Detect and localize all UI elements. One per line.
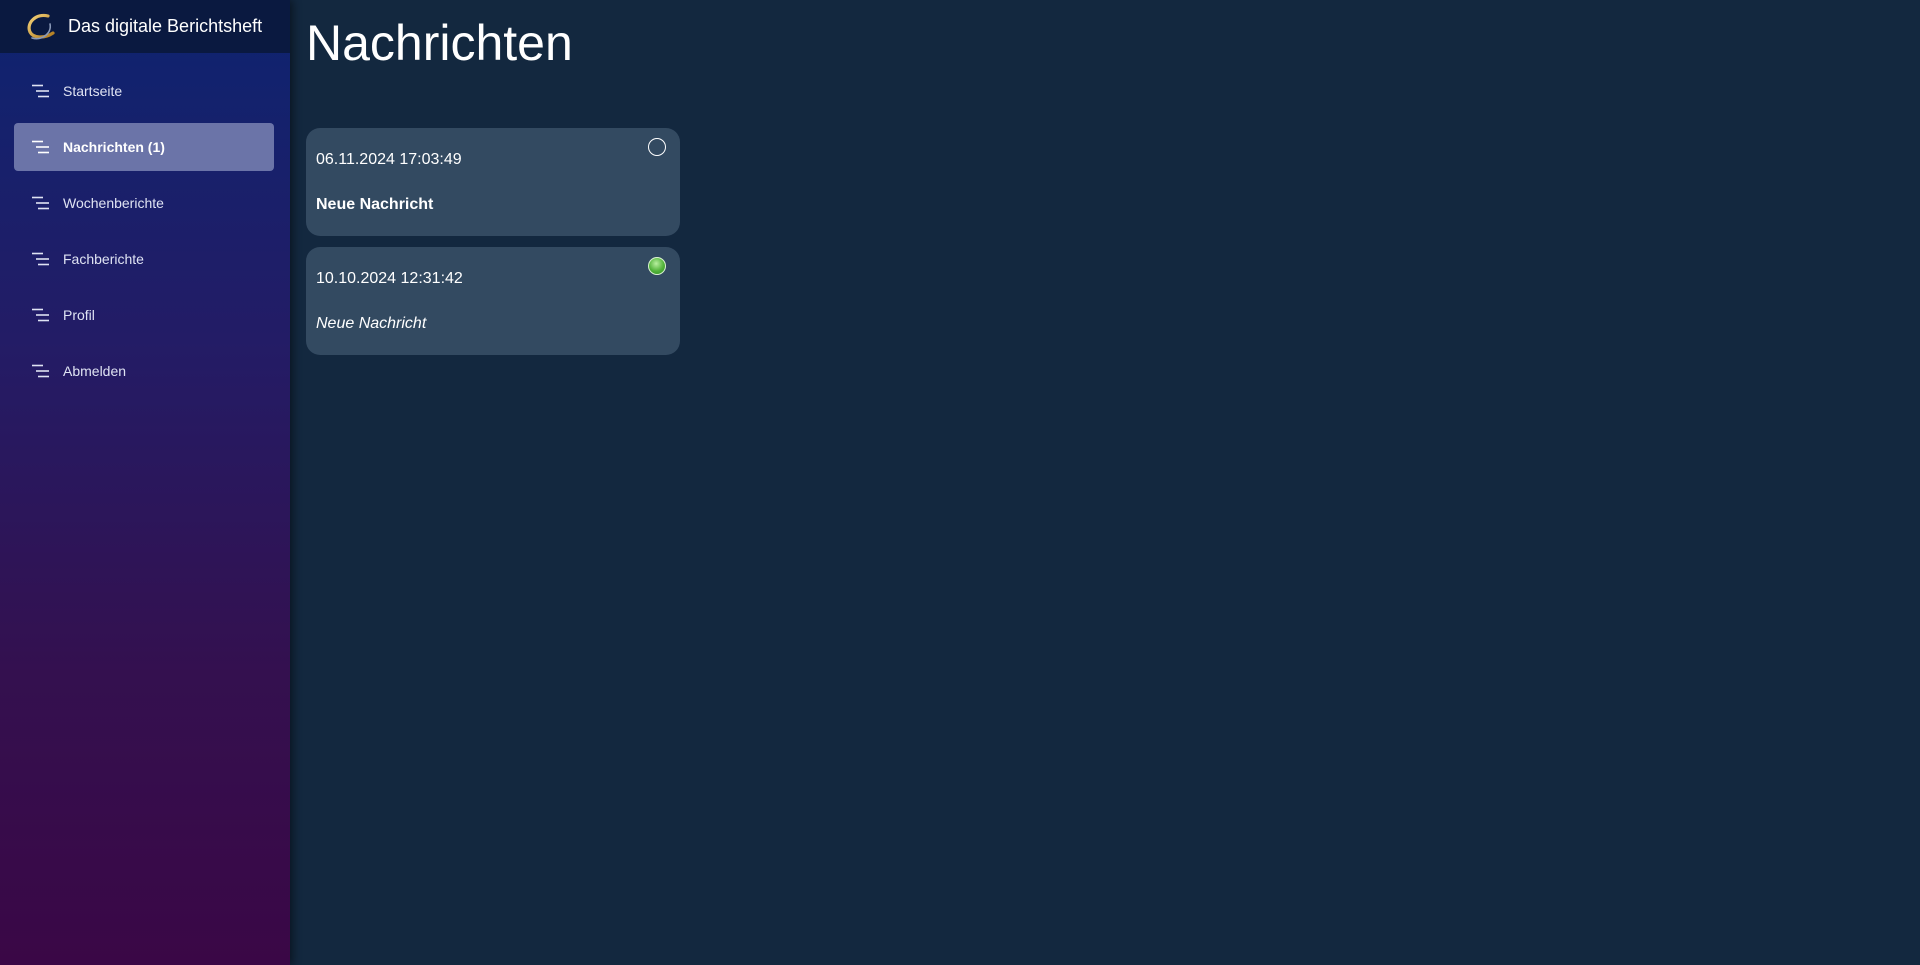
logo-icon — [27, 13, 55, 39]
message-date: 06.11.2024 17:03:49 — [316, 151, 462, 168]
sidebar-item-wochenberichte[interactable]: Wochenberichte — [14, 179, 274, 227]
sidebar: Das digitale Berichtsheft Startseite Nac… — [0, 0, 290, 965]
sidebar-item-label: Profil — [63, 307, 95, 323]
sidebar-item-label: Startseite — [63, 83, 123, 99]
app-window: Das digitale Berichtsheft Startseite Nac… — [0, 0, 1920, 965]
message-subject: Neue Nachricht — [316, 196, 434, 213]
menu-lines-icon — [32, 364, 49, 378]
message-list: 06.11.2024 17:03:49 Neue Nachricht 10.10… — [306, 128, 1920, 355]
brand-header[interactable]: Das digitale Berichtsheft — [0, 0, 290, 53]
sidebar-item-label: Abmelden — [63, 363, 127, 379]
menu-lines-icon — [32, 140, 49, 154]
message-subject: Neue Nachricht — [316, 315, 427, 332]
sidebar-item-label: Wochenberichte — [63, 195, 164, 211]
message-date: 10.10.2024 12:31:42 — [316, 270, 463, 287]
message-card[interactable]: 06.11.2024 17:03:49 Neue Nachricht — [306, 128, 680, 236]
menu-lines-icon — [32, 84, 49, 98]
menu-lines-icon — [32, 308, 49, 322]
message-card[interactable]: 10.10.2024 12:31:42 Neue Nachricht — [306, 247, 680, 355]
app-title: Das digitale Berichtsheft — [68, 16, 263, 36]
sidebar-item-fachberichte[interactable]: Fachberichte — [14, 235, 274, 283]
sidebar-item-label: Fachberichte — [63, 251, 144, 267]
menu-lines-icon — [32, 196, 49, 210]
page-title: Nachrichten — [306, 15, 573, 71]
read-status-icon — [648, 257, 666, 275]
unread-status-icon — [648, 138, 666, 156]
main-content: Nachrichten 06.11.2024 17:03:49 Neue Nac… — [290, 0, 1920, 965]
sidebar-item-startseite[interactable]: Startseite — [14, 67, 274, 115]
sidebar-item-label: Nachrichten (1) — [63, 139, 165, 155]
sidebar-item-abmelden[interactable]: Abmelden — [14, 347, 274, 395]
sidebar-item-nachrichten[interactable]: Nachrichten (1) — [14, 123, 274, 171]
sidebar-item-profil[interactable]: Profil — [14, 291, 274, 339]
sidebar-nav: Startseite Nachrichten (1) Wochenbericht… — [0, 53, 290, 395]
menu-lines-icon — [32, 252, 49, 266]
